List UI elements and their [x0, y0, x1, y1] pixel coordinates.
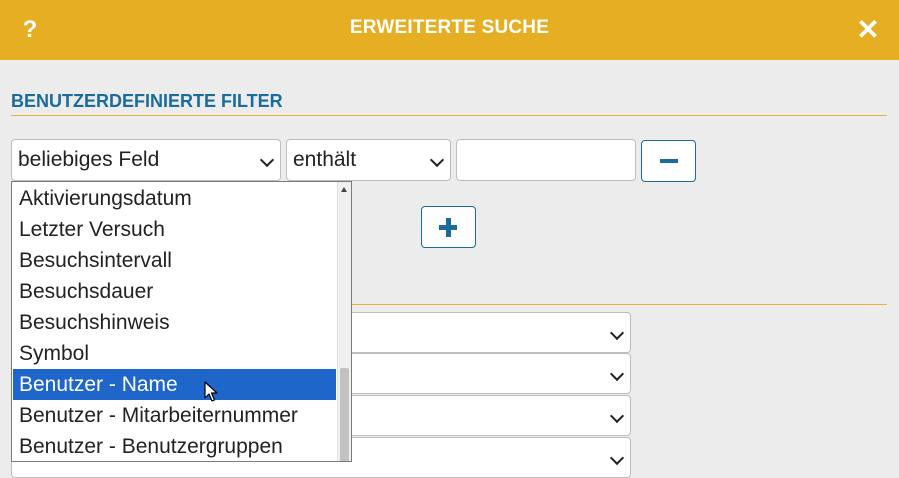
section-divider	[11, 115, 887, 116]
field-dropdown-list[interactable]: Aktivierungsdatum Letzter Versuch Besuch…	[11, 181, 352, 462]
section-title-custom-filters: BENUTZERDEFINIERTE FILTER	[11, 91, 283, 111]
scrollbar-thumb[interactable]	[340, 368, 349, 461]
dropdown-option[interactable]: Symbol	[13, 338, 336, 369]
close-icon: ✕	[856, 14, 880, 45]
field-select-value: beliebiges Feld	[18, 148, 160, 171]
close-button[interactable]: ✕	[855, 14, 881, 46]
operator-select[interactable]: enthält	[286, 139, 451, 181]
dropdown-option[interactable]: Besuchsintervall	[13, 245, 336, 276]
dropdown-option[interactable]: Benutzer - Benutzergruppen	[13, 431, 336, 461]
dialog-header: ? ERWEITERTE SUCHE ✕	[0, 0, 899, 60]
mouse-pointer-icon	[204, 381, 218, 402]
filter-value-input[interactable]	[456, 139, 636, 181]
dropdown-option-selected[interactable]: Benutzer - Name	[13, 369, 336, 400]
dropdown-option[interactable]: Besuchshinweis	[13, 307, 336, 338]
chevron-down-icon	[609, 450, 625, 466]
dropdown-option[interactable]: Letzter Versuch	[13, 214, 336, 245]
operator-select-value: enthält	[293, 148, 357, 171]
scroll-up-arrow-icon[interactable]	[341, 187, 347, 192]
dropdown-option[interactable]: Aktivierungsdatum	[13, 183, 336, 214]
dropdown-option[interactable]: Benutzer - Mitarbeiternummer	[13, 400, 336, 431]
chevron-down-icon	[259, 152, 275, 168]
field-select[interactable]: beliebiges Feld	[11, 139, 281, 181]
dropdown-scrollbar[interactable]	[337, 182, 351, 461]
remove-filter-button[interactable]	[641, 140, 696, 182]
minus-icon	[660, 159, 678, 163]
chevron-down-icon	[609, 366, 625, 382]
dialog-title: ERWEITERTE SUCHE	[349, 17, 550, 38]
chevron-down-icon	[609, 408, 625, 424]
add-filter-button[interactable]	[421, 206, 476, 248]
chevron-down-icon	[609, 325, 625, 341]
dropdown-option[interactable]: Besuchsdauer	[13, 276, 336, 307]
chevron-down-icon	[429, 152, 445, 168]
